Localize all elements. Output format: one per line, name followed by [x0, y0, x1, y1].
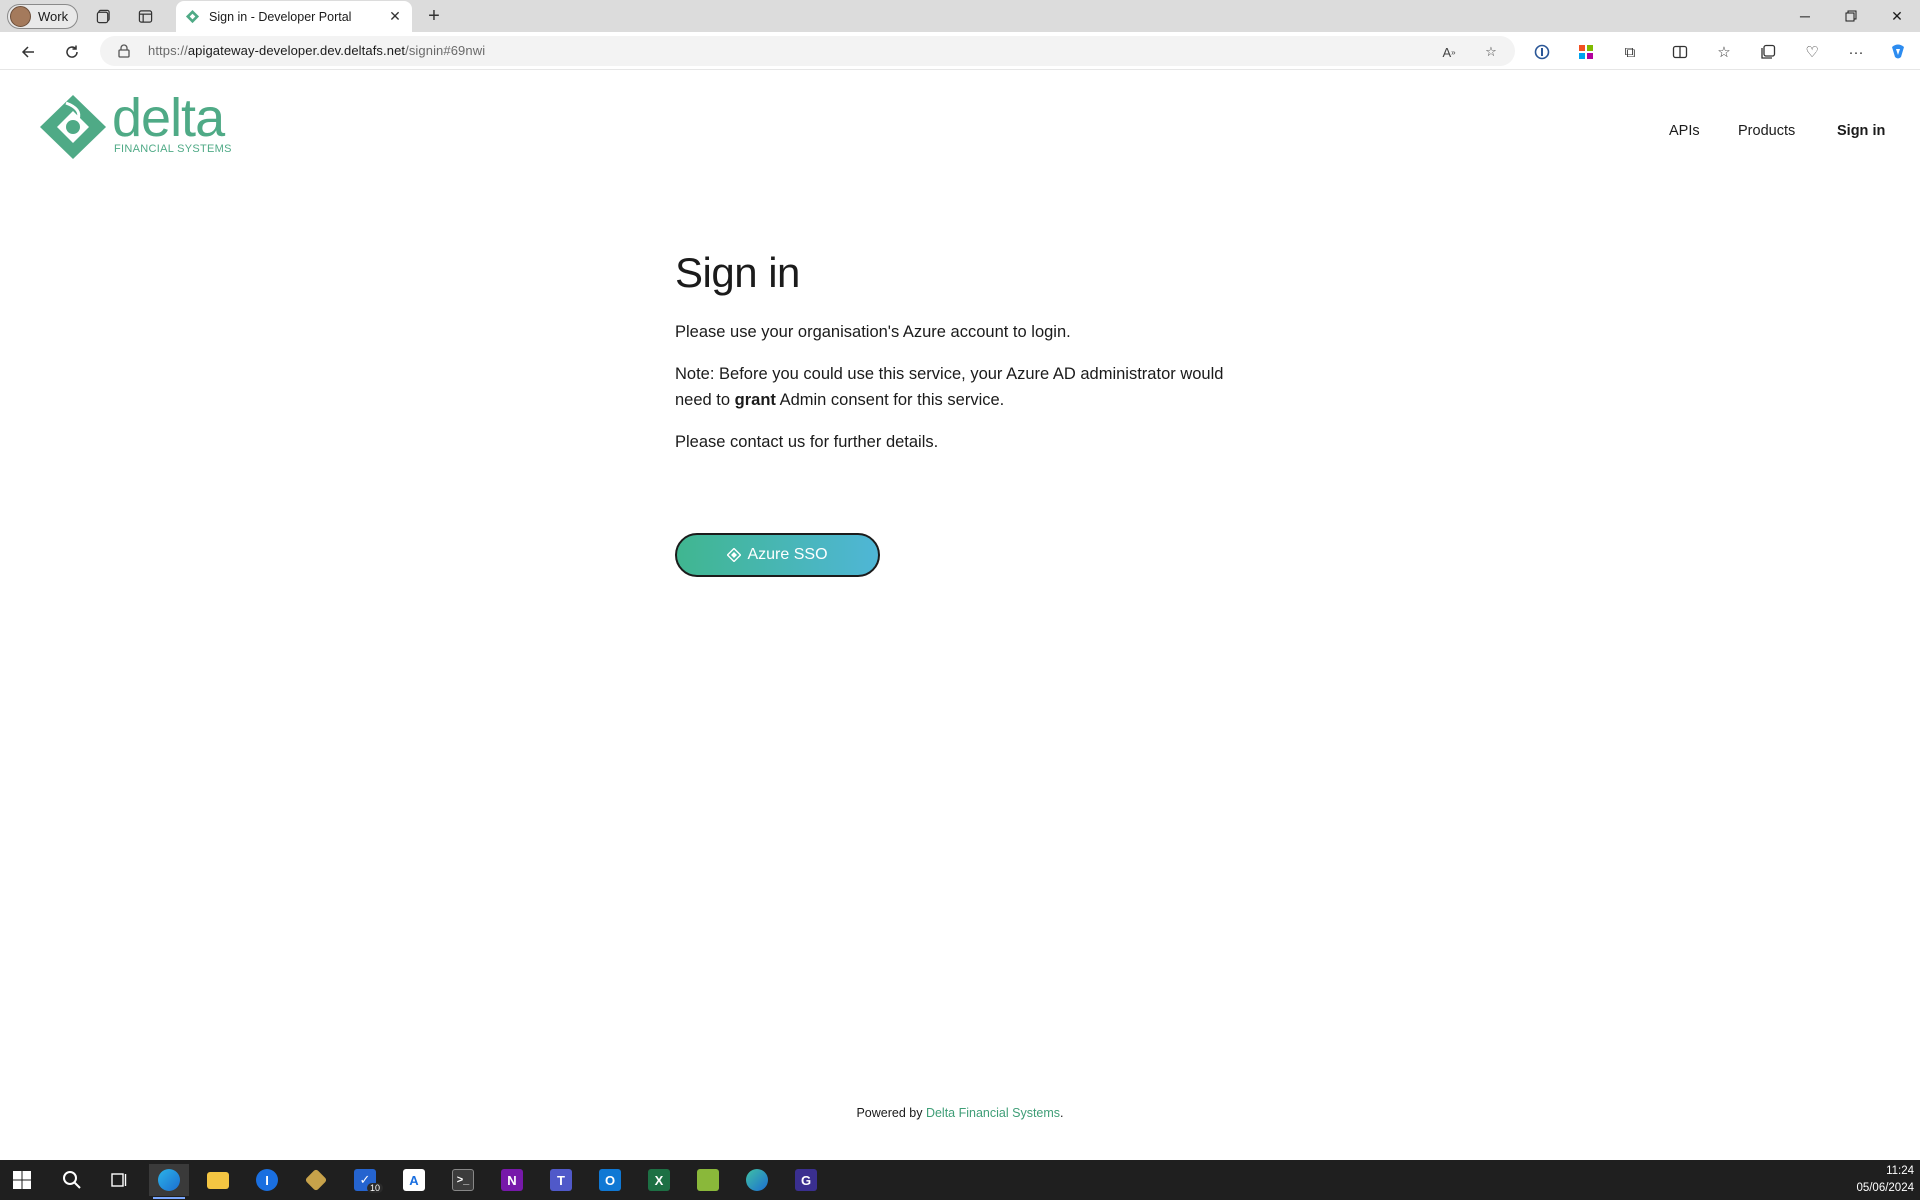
page-footer: Powered by Delta Financial Systems. [4, 1106, 1916, 1120]
delta-logo[interactable]: delta FINANCIAL SYSTEMS [38, 88, 238, 161]
new-tab-icon[interactable]: + [422, 4, 446, 28]
password-manager-icon[interactable] [1528, 38, 1556, 66]
footer-suffix: . [1060, 1106, 1064, 1120]
browser-toolbar: https://apigateway-developer.dev.deltafs… [0, 32, 1920, 70]
page-title: Sign in [675, 249, 800, 296]
clock-date: 05/06/2024 [1856, 1182, 1914, 1194]
taskbar-file-explorer-icon[interactable] [198, 1164, 238, 1196]
taskbar-outlook-icon[interactable]: O [590, 1164, 630, 1196]
contact-note: Please contact us for further details. [675, 433, 939, 451]
taskbar-todo-icon[interactable]: ✓ 10 [345, 1164, 385, 1196]
nav-sign-in[interactable]: Sign in [1837, 123, 1885, 139]
clock-time: 11:24 [1886, 1165, 1914, 1177]
read-aloud-icon[interactable]: A» [1438, 41, 1460, 63]
profile-label: Work [38, 9, 69, 24]
search-icon[interactable] [52, 1164, 92, 1196]
login-instructions: Please use your organisation's Azure acc… [675, 323, 1071, 341]
address-bar[interactable]: https://apigateway-developer.dev.deltafs… [100, 36, 1515, 66]
azure-sso-button[interactable]: Azure SSO [675, 533, 880, 577]
close-window-icon[interactable]: ✕ [1874, 0, 1920, 32]
taskbar-clock[interactable]: 11:24 05/06/2024 [1856, 1163, 1914, 1197]
workspaces-icon[interactable] [92, 6, 114, 26]
taskbar-edge-icon[interactable] [149, 1164, 189, 1199]
logo-tagline: FINANCIAL SYSTEMS [114, 143, 232, 155]
developer-portal-page: delta FINANCIAL SYSTEMS APIs Products Si… [4, 71, 1916, 1154]
profile-avatar [10, 6, 31, 27]
azure-sso-label: Azure SSO [747, 546, 828, 563]
tab-close-icon[interactable]: ✕ [386, 7, 404, 25]
delta-logo-mark-icon [40, 95, 106, 159]
todo-badge: 10 [366, 1183, 383, 1193]
taskbar-azure-data-studio-icon[interactable]: A [394, 1164, 434, 1196]
collections-icon[interactable] [1754, 38, 1782, 66]
logo-wordmark: delta [112, 88, 225, 148]
restore-icon[interactable] [1828, 0, 1874, 32]
profile-button[interactable]: Work [7, 4, 78, 29]
footer-prefix: Powered by [856, 1106, 926, 1120]
taskbar-edge-beta-icon[interactable] [737, 1164, 777, 1196]
taskbar-tool-icon[interactable] [296, 1164, 336, 1196]
extensions-icon[interactable]: ⧉ [1616, 38, 1644, 66]
windows-taskbar: I ✓ 10 A >_ N T O X G 11:24 05/06/2024 [0, 1160, 1920, 1200]
minimize-icon[interactable]: ─ [1782, 0, 1828, 32]
office-extension-icon[interactable] [1572, 38, 1600, 66]
refresh-icon[interactable] [58, 38, 86, 66]
browser-essentials-icon[interactable]: ♡ [1798, 38, 1826, 66]
nav-products[interactable]: Products [1738, 123, 1795, 139]
footer-company-link[interactable]: Delta Financial Systems [926, 1106, 1060, 1120]
admin-consent-note: Note: Before you could use this service,… [675, 365, 1224, 409]
tab-title: Sign in - Developer Portal [209, 9, 352, 24]
url-text[interactable]: https://apigateway-developer.dev.deltafs… [148, 43, 485, 58]
taskbar-app-icon[interactable]: G [786, 1164, 826, 1196]
vertical-tabs-icon[interactable] [134, 6, 156, 26]
nav-apis[interactable]: APIs [1669, 123, 1700, 139]
taskbar-1password-icon[interactable]: I [247, 1164, 287, 1196]
taskbar-notepad-icon[interactable] [688, 1164, 728, 1196]
taskbar-onenote-icon[interactable]: N [492, 1164, 532, 1196]
more-options-icon[interactable]: ··· [1842, 38, 1870, 66]
copilot-icon[interactable] [1884, 38, 1912, 66]
tab-sign-in[interactable]: Sign in - Developer Portal ✕ [176, 1, 412, 32]
favorites-icon[interactable]: ☆ [1710, 38, 1738, 66]
start-windows-icon[interactable] [2, 1164, 42, 1196]
taskbar-terminal-icon[interactable]: >_ [443, 1164, 483, 1196]
split-screen-icon[interactable] [1666, 38, 1694, 66]
lock-icon[interactable] [118, 44, 130, 63]
sign-in-panel: Sign in Please use your organisation's A… [675, 249, 1235, 577]
favorite-star-icon[interactable]: ☆ [1480, 41, 1502, 63]
delta-favicon-icon [184, 9, 200, 25]
taskbar-teams-icon[interactable]: T [541, 1164, 581, 1196]
back-icon[interactable] [14, 38, 42, 66]
browser-titlebar: Work Sign in - Developer Portal ✕ + ─ ✕ [0, 0, 1920, 32]
taskbar-excel-icon[interactable]: X [639, 1164, 679, 1196]
task-view-icon[interactable] [100, 1164, 140, 1196]
azure-icon [727, 548, 742, 562]
